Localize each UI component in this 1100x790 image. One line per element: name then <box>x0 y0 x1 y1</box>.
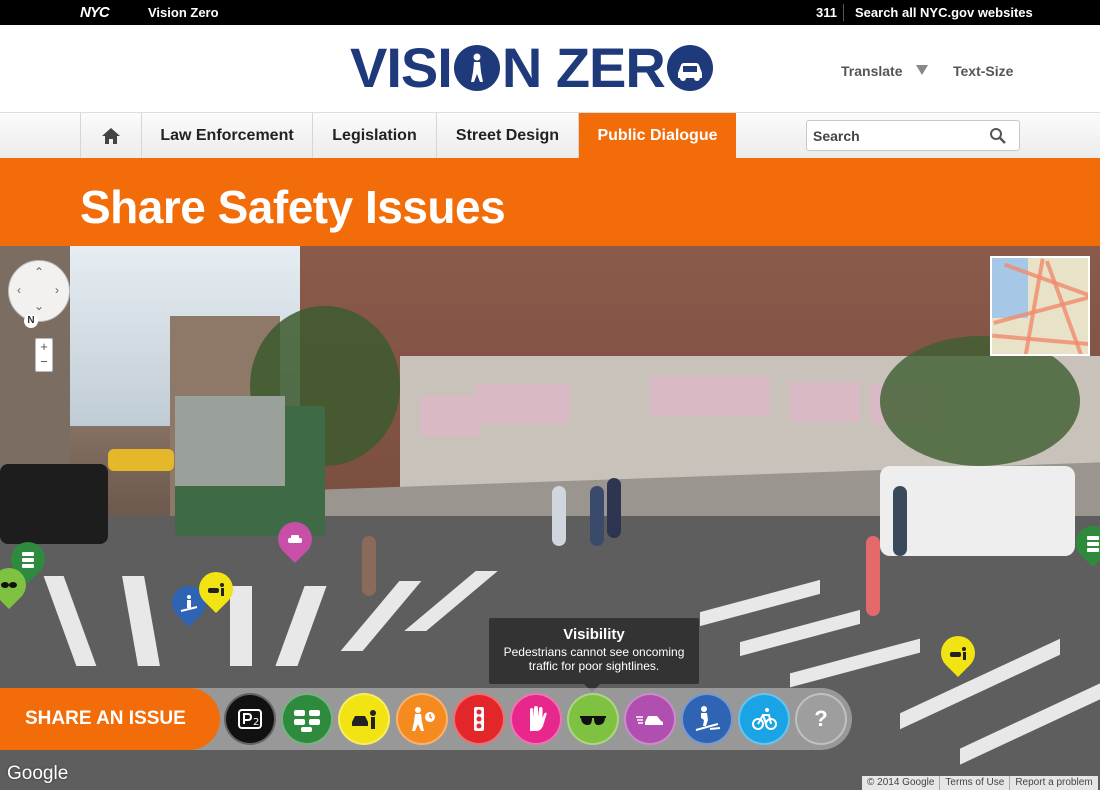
double-parked-car-icon <box>352 710 376 729</box>
speeding-icon <box>636 716 663 725</box>
double-parking-icon: 2 <box>238 709 262 729</box>
category-visibility[interactable] <box>567 693 619 745</box>
copyright-text: © 2014 Google <box>867 777 935 788</box>
traffic-signal-icon <box>474 707 484 731</box>
nyc-logo[interactable]: NYC <box>80 4 110 21</box>
tooltip-body: Pedestrians cannot see oncoming traffic … <box>503 645 685 673</box>
nav-street-design[interactable]: Street Design <box>436 113 579 159</box>
vision-zero-logo[interactable]: VISI N ZER <box>350 39 713 97</box>
logo-text-nzer: N ZER <box>501 36 666 99</box>
tooltip-title: Visibility <box>563 626 625 643</box>
top-bar: NYC Vision Zero 311 Search all NYC.gov w… <box>0 0 1100 25</box>
category-pedestrian-time[interactable] <box>396 693 448 745</box>
congestion-icon <box>22 552 34 568</box>
nav-law-enforcement[interactable]: Law Enforcement <box>141 113 312 159</box>
bike-icon <box>752 708 777 730</box>
visibility-tooltip: Visibility Pedestrians cannot see oncomi… <box>489 618 699 692</box>
jaywalking-icon <box>695 706 721 731</box>
question-icon: ? <box>814 706 828 731</box>
category-failure-to-yield[interactable] <box>510 693 562 745</box>
double-parked-car-icon <box>208 583 224 596</box>
header: VISI N ZER Translate Text-Size <box>0 25 1100 112</box>
category-speeding[interactable] <box>624 693 676 745</box>
link-311[interactable]: 311 <box>816 5 837 20</box>
terms-of-use-link[interactable]: Terms of Use <box>939 776 1009 790</box>
share-an-issue-button[interactable]: SHARE AN ISSUE <box>0 688 220 750</box>
google-logo[interactable]: Google <box>7 763 68 785</box>
minimap[interactable] <box>990 256 1090 356</box>
home-icon <box>102 128 120 144</box>
text-size-link[interactable]: Text-Size <box>953 63 1013 79</box>
car-icon <box>288 535 302 543</box>
nav-legislation[interactable]: Legislation <box>312 113 436 159</box>
category-double-parked[interactable] <box>338 693 390 745</box>
category-bike[interactable] <box>738 693 790 745</box>
category-other[interactable]: ? <box>795 693 847 745</box>
category-jaywalking[interactable] <box>681 693 733 745</box>
category-congestion[interactable] <box>281 693 333 745</box>
site-name-link[interactable]: Vision Zero <box>148 5 219 20</box>
pedestrian-walk-time-icon <box>412 707 435 731</box>
nav-home[interactable] <box>80 113 141 159</box>
sunglasses-icon <box>1 582 17 588</box>
page-title: Share Safety Issues <box>80 181 506 233</box>
double-parked-car-icon <box>950 647 966 660</box>
map-footer: © 2014 Google Terms of Use Report a prob… <box>862 776 1098 790</box>
visibility-icon <box>580 716 606 725</box>
jaywalking-icon <box>180 595 198 612</box>
congestion-icon <box>294 710 320 732</box>
pan-control[interactable]: ⌃ ⌄ ‹ › <box>8 260 70 322</box>
category-double-parking[interactable]: 2 <box>224 693 276 745</box>
hand-stop-icon <box>530 706 547 731</box>
category-traffic-signal[interactable] <box>453 693 505 745</box>
congestion-icon <box>1087 536 1099 552</box>
divider <box>843 4 844 21</box>
svg-text:2: 2 <box>253 717 259 728</box>
compass-icon[interactable]: N <box>24 314 38 328</box>
report-problem-link[interactable]: Report a problem <box>1009 776 1097 790</box>
translate-link[interactable]: Translate <box>841 63 902 79</box>
chevron-down-icon[interactable] <box>916 65 928 75</box>
page-banner: Share Safety Issues <box>0 158 1100 246</box>
search-all-link[interactable]: Search all NYC.gov websites <box>855 5 1033 20</box>
car-logo-icon <box>666 45 713 91</box>
search-box <box>806 120 1020 151</box>
search-icon[interactable] <box>989 127 1007 145</box>
main-nav: Law Enforcement Legislation Street Desig… <box>0 112 1100 159</box>
nav-public-dialogue[interactable]: Public Dialogue <box>579 113 736 159</box>
search-input[interactable] <box>813 126 983 146</box>
zoom-control[interactable]: + − <box>35 338 53 372</box>
pedestrian-logo-icon <box>453 45 500 91</box>
logo-text-visi: VISI <box>350 36 453 99</box>
